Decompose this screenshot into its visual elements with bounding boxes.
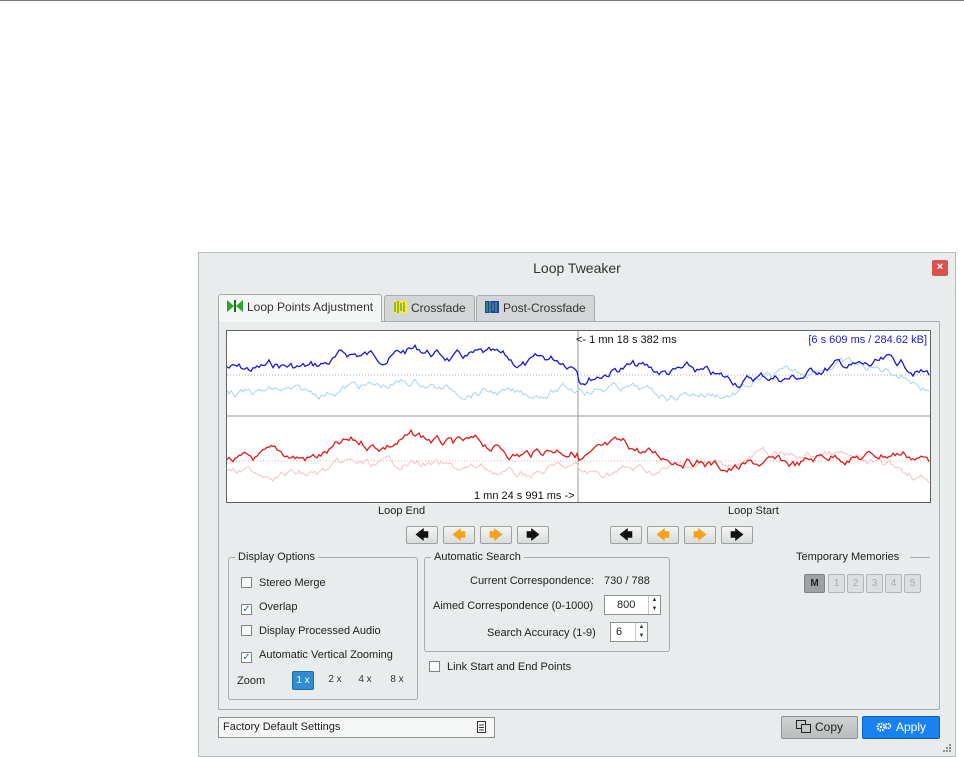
gears-icon [876,719,892,740]
checkbox-box [241,625,252,636]
top-border-line [0,0,964,1]
checkbox-label: Automatic Vertical Zooming [259,649,393,661]
tab-post-crossfade[interactable]: Post-Crossfade [476,295,595,321]
spin-arrows-icon[interactable]: ▲ ▼ [648,596,660,614]
tab-label: Crossfade [411,301,466,315]
link-start-end-checkbox[interactable]: Link Start and End Points [429,661,571,673]
tab-label: Post-Crossfade [503,301,586,315]
copy-icon [795,719,811,740]
temporary-memories-rule [910,557,930,558]
copy-label: Copy [814,720,843,734]
arrow-left-icon: 🡄 [619,527,633,542]
dialog-title: Loop Tweaker [533,260,621,276]
search-accuracy-label: Search Accuracy (1-9) [487,627,596,639]
loop-end-label: Loop End [378,505,426,517]
memory-3-button[interactable]: 3 [866,574,883,593]
check-icon: ✓ [241,652,252,663]
stereo-merge-checkbox[interactable]: Stereo Merge [241,577,326,589]
aimed-correspondence-spinbox[interactable]: 800 ▲ ▼ [604,595,661,615]
resize-grip-icon[interactable] [942,743,952,753]
display-processed-audio-checkbox[interactable]: Display Processed Audio [241,625,381,637]
preset-selector[interactable]: Factory Default Settings [218,717,495,738]
loop-end-step-right-button[interactable]: 🡆 [480,526,512,544]
arrow-right-icon: 🡆 [730,527,744,542]
aimed-correspondence-label: Aimed Correspondence (0-1000) [433,600,594,612]
zoom-1x-button[interactable]: 1 x [292,671,314,690]
loop-end-step-left-button[interactable]: 🡄 [443,526,475,544]
apply-button[interactable]: Apply [862,716,940,739]
waveform-canvas [227,331,930,502]
memory-2-button[interactable]: 2 [847,574,864,593]
loop-end-time: 1 mn 24 s 991 ms -> [474,490,575,502]
zoom-4x-button[interactable]: 4 x [354,671,376,690]
arrow-left-icon: 🡄 [415,527,429,542]
temporary-memories-title: Temporary Memories [796,551,900,563]
memory-4-button[interactable]: 4 [885,574,902,593]
loop-start-label: Loop Start [728,505,779,517]
close-button[interactable]: × [932,260,948,276]
loop-start-time: <- 1 mn 18 s 382 ms [576,334,677,346]
current-correspondence-label: Current Correspondence: [470,575,595,587]
post-crossfade-icon [485,297,499,321]
checkbox-label: Stereo Merge [259,577,326,589]
tab-label: Loop Points Adjustment [247,300,374,314]
arrow-right-icon: 🡆 [526,527,540,542]
memory-1-button[interactable]: 1 [828,574,845,593]
copy-button[interactable]: Copy [781,716,858,739]
preset-value: Factory Default Settings [223,721,341,733]
arrow-left-icon: 🡄 [452,527,466,542]
tab-loop-points-adjustment[interactable]: Loop Points Adjustment [218,294,383,322]
search-accuracy-spinbox[interactable]: 6 ▲ ▼ [610,622,648,642]
loop-end-move-left-button[interactable]: 🡄 [406,526,438,544]
loop-points-icon [227,296,243,320]
apply-label: Apply [895,720,927,734]
spin-value: 6 [616,626,623,638]
overlap-checkbox[interactable]: ✓ Overlap [241,601,298,615]
zoom-8x-button[interactable]: 8 x [386,671,408,690]
zoom-2x-button[interactable]: 2 x [324,671,346,690]
arrow-left-icon: 🡄 [656,527,670,542]
checkbox-label: Overlap [259,601,298,613]
automatic-search-title: Automatic Search [434,551,521,563]
checkbox-box [241,577,252,588]
loop-start-move-right-button[interactable]: 🡆 [721,526,753,544]
loop-start-step-left-button[interactable]: 🡄 [647,526,679,544]
tab-crossfade[interactable]: Crossfade [384,295,475,321]
arrow-right-icon: 🡆 [693,527,707,542]
checkbox-label: Display Processed Audio [259,625,381,637]
current-correspondence-value: 730 / 788 [604,575,650,587]
loop-start-move-left-button[interactable]: 🡄 [610,526,642,544]
checkbox-box [429,661,440,672]
memory-5-button[interactable]: 5 [904,574,921,593]
loop-end-move-right-button[interactable]: 🡆 [517,526,549,544]
check-icon: ✓ [241,604,252,615]
loop-tweaker-dialog: Loop Tweaker × Loop Points Adjustment Cr… [198,252,956,757]
loop-length-info: [6 s 609 ms / 284.62 kB] [808,334,927,346]
crossfade-icon [393,297,407,321]
preset-menu-icon[interactable] [476,721,488,741]
spin-arrows-icon[interactable]: ▲ ▼ [635,623,647,641]
spin-value: 800 [617,599,636,611]
arrow-right-icon: 🡆 [489,527,503,542]
zoom-label: Zoom [237,675,266,687]
checkbox-label: Link Start and End Points [447,661,572,673]
loop-start-step-right-button[interactable]: 🡆 [684,526,716,544]
automatic-vertical-zooming-checkbox[interactable]: ✓ Automatic Vertical Zooming [241,649,393,663]
display-options-title: Display Options [238,551,316,563]
memory-m-button[interactable]: M [804,574,825,593]
waveform-display[interactable]: <- 1 mn 18 s 382 ms [6 s 609 ms / 284.62… [226,330,931,503]
